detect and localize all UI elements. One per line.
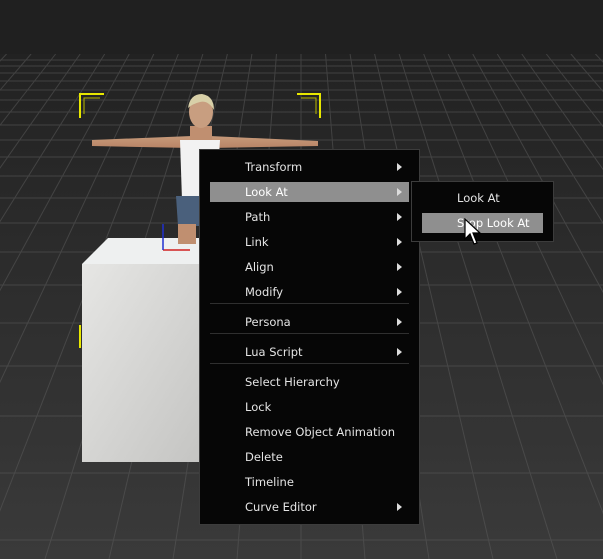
mouse-cursor-icon xyxy=(464,218,482,245)
menu-item-label: Link xyxy=(245,235,269,249)
menu-item-label: Lua Script xyxy=(245,345,303,359)
menu-item-delete[interactable]: Delete xyxy=(210,447,409,467)
submenu-arrow-icon xyxy=(397,213,402,221)
menu-item-label: Timeline xyxy=(245,475,294,489)
menu-item-label: Align xyxy=(245,260,274,274)
look-at-submenu: Look At Stop Look At xyxy=(411,181,554,242)
menu-item-curve-editor[interactable]: Curve Editor xyxy=(210,497,409,517)
menu-item-modify[interactable]: Modify xyxy=(210,282,409,302)
menu-item-link[interactable]: Link xyxy=(210,232,409,252)
menu-item-look-at[interactable]: Look At xyxy=(210,182,409,202)
menu-item-remove-object-animation[interactable]: Remove Object Animation xyxy=(210,422,409,442)
menu-item-lock[interactable]: Lock xyxy=(210,397,409,417)
menu-item-persona[interactable]: Persona xyxy=(210,312,409,332)
menu-item-path[interactable]: Path xyxy=(210,207,409,227)
viewport-top-bar xyxy=(0,0,603,54)
submenu-item-stop-look-at[interactable]: Stop Look At xyxy=(422,213,543,233)
menu-item-label: Path xyxy=(245,210,271,224)
submenu-arrow-icon xyxy=(397,288,402,296)
menu-item-label: Select Hierarchy xyxy=(245,375,340,389)
menu-item-lua-script[interactable]: Lua Script xyxy=(210,342,409,362)
menu-separator xyxy=(210,333,409,334)
submenu-arrow-icon xyxy=(397,348,402,356)
menu-item-label: Lock xyxy=(245,400,272,414)
menu-separator xyxy=(210,363,409,364)
menu-item-label: Delete xyxy=(245,450,283,464)
submenu-item-label: Look At xyxy=(457,191,500,205)
menu-item-transform[interactable]: Transform xyxy=(210,157,409,177)
menu-item-label: Modify xyxy=(245,285,284,299)
menu-item-label: Curve Editor xyxy=(245,500,317,514)
submenu-item-look-at[interactable]: Look At xyxy=(422,188,543,208)
submenu-arrow-icon xyxy=(397,503,402,511)
menu-item-select-hierarchy[interactable]: Select Hierarchy xyxy=(210,372,409,392)
context-menu: Transform Look At Path Link Align Modify Perso… xyxy=(199,149,420,525)
submenu-arrow-icon xyxy=(397,163,402,171)
submenu-arrow-icon xyxy=(397,238,402,246)
menu-item-timeline[interactable]: Timeline xyxy=(210,472,409,492)
menu-item-label: Remove Object Animation xyxy=(245,425,396,439)
menu-item-label: Transform xyxy=(245,160,303,174)
submenu-arrow-icon xyxy=(397,318,402,326)
submenu-arrow-icon xyxy=(397,188,402,196)
menu-item-label: Persona xyxy=(245,315,291,329)
menu-separator xyxy=(210,303,409,304)
submenu-arrow-icon xyxy=(397,263,402,271)
menu-item-align[interactable]: Align xyxy=(210,257,409,277)
menu-item-label: Look At xyxy=(245,185,288,199)
